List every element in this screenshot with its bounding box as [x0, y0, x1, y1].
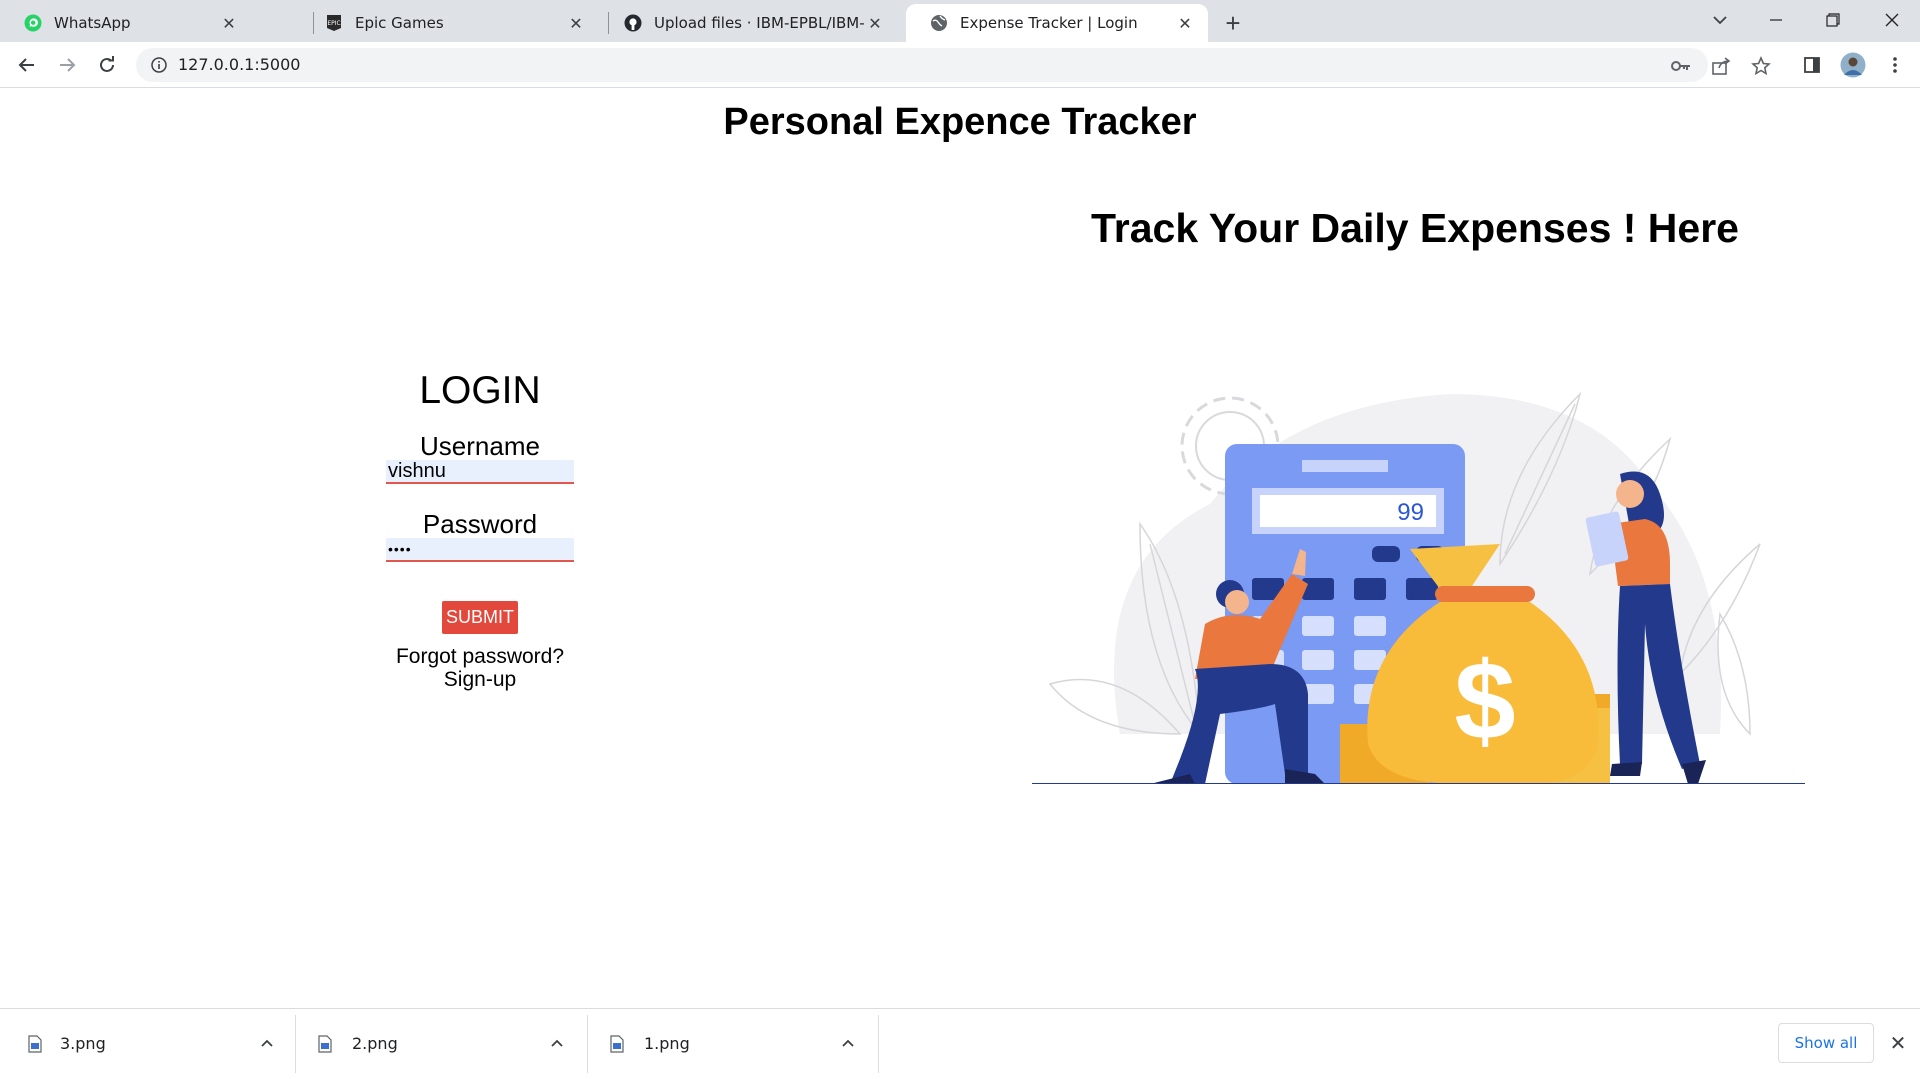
page-title: Personal Expence Tracker [723, 101, 1197, 143]
key-icon[interactable] [1670, 55, 1692, 77]
github-icon [624, 14, 642, 32]
forward-arrow-icon[interactable] [52, 50, 82, 80]
close-downloads-icon[interactable]: ✕ [1886, 1031, 1910, 1055]
close-window-icon[interactable] [1872, 4, 1912, 36]
sign-up-link[interactable]: Sign-up [330, 668, 630, 692]
minimize-icon[interactable] [1756, 4, 1796, 36]
reload-icon[interactable] [92, 50, 122, 80]
password-input[interactable]: •••• [386, 538, 574, 562]
url-text: 127.0.0.1:5000 [178, 55, 301, 74]
dollar-sign-icon: $ [1454, 640, 1515, 763]
globe-icon [930, 14, 948, 32]
browser-toolbar: 127.0.0.1:5000 [0, 42, 1920, 88]
download-item-1png[interactable]: 1.png [588, 1009, 878, 1079]
whatsapp-icon [24, 14, 42, 32]
back-arrow-icon[interactable] [12, 50, 42, 80]
close-tab-icon[interactable]: ✕ [864, 12, 886, 34]
svg-text:EPIC: EPIC [327, 20, 340, 27]
image-file-icon [318, 1035, 332, 1053]
close-tab-icon[interactable]: ✕ [218, 12, 240, 34]
download-filename: 3.png [60, 1034, 106, 1053]
image-file-icon [28, 1035, 42, 1053]
share-icon[interactable] [1710, 55, 1732, 77]
tagline-heading: Track Your Daily Expenses ! Here [1091, 205, 1739, 251]
address-bar[interactable]: 127.0.0.1:5000 [136, 48, 1771, 82]
site-info-icon[interactable] [150, 56, 168, 74]
restore-icon[interactable] [1813, 4, 1853, 36]
close-tab-icon[interactable]: ✕ [565, 12, 587, 34]
finance-illustration: 99 $ [1032, 391, 1805, 784]
tab-search-chevron-icon[interactable] [1700, 4, 1740, 36]
username-label: Username [420, 431, 540, 461]
tab-epic-games[interactable]: EPIC Epic Games ✕ [301, 4, 599, 42]
tab-strip: WhatsApp ✕ EPIC Epic Games ✕ Upload file… [0, 0, 1920, 42]
download-item-2png[interactable]: 2.png [296, 1009, 587, 1079]
tab-whatsapp[interactable]: WhatsApp ✕ [0, 4, 252, 42]
bookmark-star-icon[interactable] [1750, 55, 1772, 77]
download-item-3png[interactable]: 3.png [0, 1009, 295, 1079]
image-file-icon [610, 1035, 624, 1053]
chevron-up-icon[interactable] [257, 1033, 277, 1053]
web-page: Personal Expence Tracker Track Your Dail… [0, 89, 1920, 1008]
profile-avatar[interactable] [1840, 52, 1866, 78]
tab-title: Expense Tracker | Login [960, 14, 1138, 32]
download-divider [878, 1015, 879, 1073]
downloads-bar: 3.png 2.png 1.png Show all ✕ [0, 1008, 1920, 1078]
tab-title: Upload files · IBM-EPBL/IBM-Proj [654, 14, 864, 32]
kebab-menu-icon[interactable] [1882, 52, 1908, 78]
tab-title: WhatsApp [54, 14, 131, 32]
new-tab-plus-icon[interactable]: + [1218, 8, 1248, 38]
download-filename: 2.png [352, 1034, 398, 1053]
password-label: Password [422, 509, 538, 539]
show-all-button[interactable]: Show all [1778, 1023, 1874, 1063]
chevron-up-icon[interactable] [838, 1033, 858, 1053]
download-filename: 1.png [644, 1034, 690, 1053]
calculator-display: 99 [1397, 499, 1424, 526]
chevron-up-icon[interactable] [547, 1033, 567, 1053]
tab-expense-tracker[interactable]: Expense Tracker | Login ✕ [906, 4, 1208, 42]
side-panel-icon[interactable] [1799, 52, 1825, 78]
forgot-password-link[interactable]: Forgot password? [330, 645, 630, 669]
tab-github-upload[interactable]: Upload files · IBM-EPBL/IBM-Proj ✕ [600, 4, 898, 42]
tab-title: Epic Games [355, 14, 444, 32]
username-input[interactable]: vishnu [386, 460, 574, 484]
submit-button[interactable]: SUBMIT [442, 601, 518, 634]
login-heading: LOGIN [419, 369, 541, 412]
close-tab-icon[interactable]: ✕ [1174, 12, 1196, 34]
epic-games-icon: EPIC [325, 14, 343, 32]
